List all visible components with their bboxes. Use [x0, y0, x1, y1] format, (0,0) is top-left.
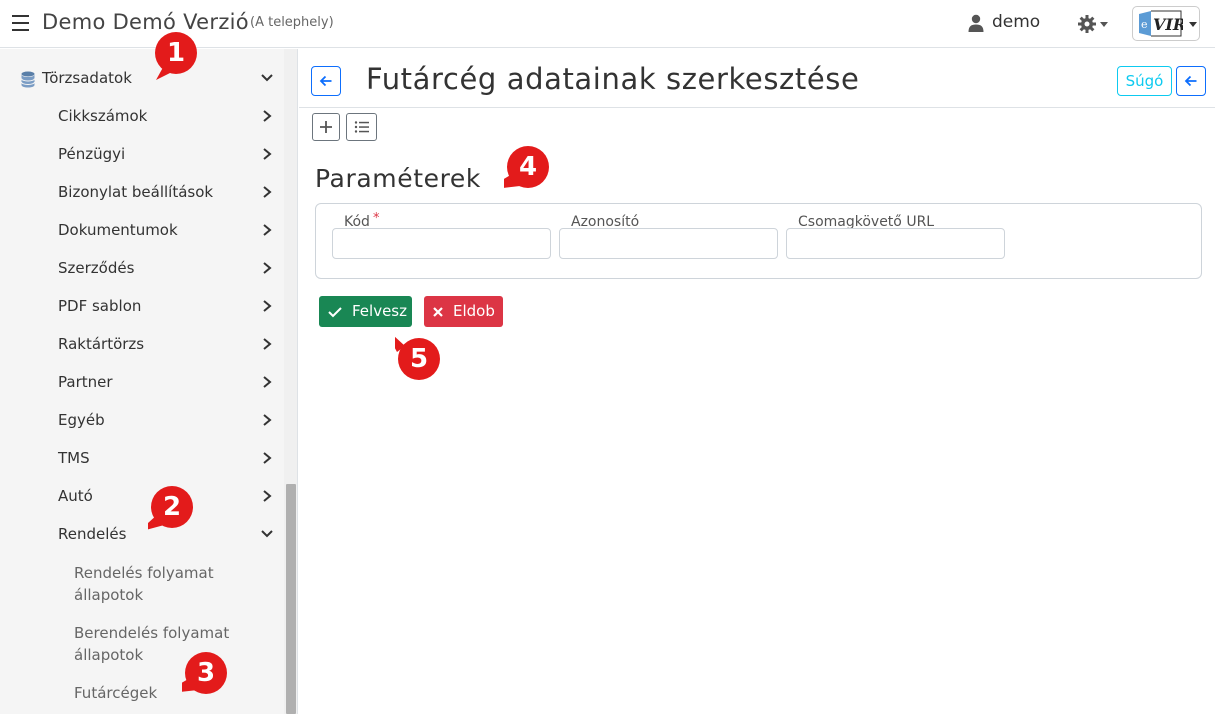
chevron-right-icon	[263, 490, 272, 502]
save-button-label: Felvesz	[352, 302, 407, 320]
chevron-right-icon	[263, 148, 272, 160]
list-icon	[354, 121, 369, 133]
sidebar-item-label: Cikkszámok	[58, 107, 148, 125]
scrollbar-thumb[interactable]	[286, 484, 296, 714]
sidebar-item-label: Rendelés folyamat állapotok	[74, 564, 214, 604]
sidebar-item-label: PDF sablon	[58, 297, 142, 315]
sidebar-item-penzugyi[interactable]: Pénzügyi	[0, 136, 284, 174]
section-title: Paraméterek	[315, 164, 481, 193]
annotation-marker-4: 4	[504, 144, 554, 194]
required-marker: *	[372, 211, 380, 226]
chevron-right-icon	[263, 376, 272, 388]
sidebar-item-egyeb[interactable]: Egyéb	[0, 402, 284, 440]
page-title: Futárcég adatainak szerkesztése	[366, 62, 860, 96]
sidebar-item-dokumentumok[interactable]: Dokumentumok	[0, 212, 284, 250]
code-input[interactable]	[332, 228, 551, 259]
sidebar-item-label: Törzsadatok	[42, 69, 132, 87]
sidebar: Törzsadatok Cikkszámok Pénzügyi Bizonyla…	[0, 49, 298, 714]
location-label: (A telephely)	[250, 15, 334, 30]
sidebar-item-szerzodes[interactable]: Szerződés	[0, 250, 284, 288]
chevron-down-icon	[261, 74, 273, 82]
sidebar-item-label: Berendelés folyamat állapotok	[74, 624, 230, 664]
sidebar-item-label: Dokumentumok	[58, 221, 178, 239]
chevron-right-icon	[263, 300, 272, 312]
sidebar-item-torzsadatok[interactable]: Törzsadatok	[0, 60, 284, 98]
svg-text:VIR: VIR	[1153, 15, 1183, 34]
sidebar-item-label: Raktártörzs	[58, 335, 145, 353]
annotation-marker-3: 3	[182, 650, 232, 700]
annotation-marker-1: 1	[152, 30, 202, 80]
sidebar-item-bizonylat-beallitasok[interactable]: Bizonylat beállítások	[0, 174, 284, 212]
arrow-left-icon	[319, 75, 332, 87]
sidebar-item-label: Pénzügyi	[58, 145, 126, 163]
sidebar-item-label: Autó	[58, 487, 93, 505]
settings-menu[interactable]	[1077, 13, 1109, 35]
annotation-marker-2: 2	[148, 484, 198, 534]
sidebar-item-label: Egyéb	[58, 411, 105, 429]
svg-text:e: e	[1141, 18, 1148, 31]
chevron-right-icon	[263, 110, 272, 122]
tracking-url-input[interactable]	[786, 228, 1005, 259]
evir-logo: e VIR	[1139, 10, 1183, 37]
user-icon[interactable]	[968, 14, 984, 32]
sidebar-item-label: Szerződés	[58, 259, 135, 277]
chevron-right-icon	[263, 224, 272, 236]
arrow-left-icon	[1184, 75, 1197, 87]
chevron-right-icon	[263, 452, 272, 464]
add-button[interactable]	[312, 113, 340, 141]
help-button[interactable]: Súgó	[1117, 66, 1172, 96]
user-name[interactable]: demo	[992, 12, 1040, 32]
sidebar-item-label: TMS	[58, 449, 90, 467]
evir-logo-menu[interactable]: e VIR	[1132, 6, 1200, 41]
sidebar-item-partner[interactable]: Partner	[0, 364, 284, 402]
sidebar-item-pdf-sablon[interactable]: PDF sablon	[0, 288, 284, 326]
sidebar-subitem-berendeles-folyamat-allapotok[interactable]: Berendelés folyamat állapotok	[0, 622, 284, 670]
header-divider	[299, 107, 1215, 108]
save-button[interactable]: Felvesz	[319, 296, 412, 327]
sidebar-item-raktartorzs[interactable]: Raktártörzs	[0, 326, 284, 364]
close-icon	[433, 307, 443, 317]
sidebar-item-cikkszamok[interactable]: Cikkszámok	[0, 98, 284, 136]
app-title: Demo Demó Verzió	[42, 10, 249, 34]
caret-down-icon	[1189, 22, 1197, 27]
chevron-down-icon	[261, 530, 273, 538]
menu-icon[interactable]	[12, 15, 29, 31]
chevron-right-icon	[263, 414, 272, 426]
sidebar-item-auto[interactable]: Autó	[0, 478, 284, 516]
sidebar-item-label: Rendelés	[58, 525, 127, 543]
sidebar-item-label: Bizonylat beállítások	[58, 183, 214, 201]
database-icon	[21, 71, 35, 88]
chevron-right-icon	[263, 338, 272, 350]
check-icon	[328, 307, 342, 318]
caret-down-icon	[1100, 22, 1108, 27]
plus-icon	[320, 121, 332, 133]
list-button[interactable]	[346, 113, 377, 141]
back-button-right[interactable]	[1176, 66, 1206, 96]
identifier-input[interactable]	[559, 228, 778, 259]
sidebar-item-rendeles[interactable]: Rendelés	[0, 516, 284, 554]
discard-button-label: Eldob	[453, 302, 495, 320]
chevron-right-icon	[263, 262, 272, 274]
annotation-marker-5: 5	[395, 336, 445, 386]
sidebar-item-tms[interactable]: TMS	[0, 440, 284, 478]
chevron-right-icon	[263, 186, 272, 198]
gear-icon	[1078, 15, 1096, 33]
sidebar-item-label: Futárcégek	[74, 684, 158, 702]
discard-button[interactable]: Eldob	[424, 296, 503, 327]
sidebar-item-label: Partner	[58, 373, 113, 391]
sidebar-subitem-rendeles-folyamat-allapotok[interactable]: Rendelés folyamat állapotok	[0, 562, 284, 610]
sidebar-subitem-futarcegek[interactable]: Futárcégek	[0, 682, 284, 708]
back-button[interactable]	[311, 66, 341, 96]
